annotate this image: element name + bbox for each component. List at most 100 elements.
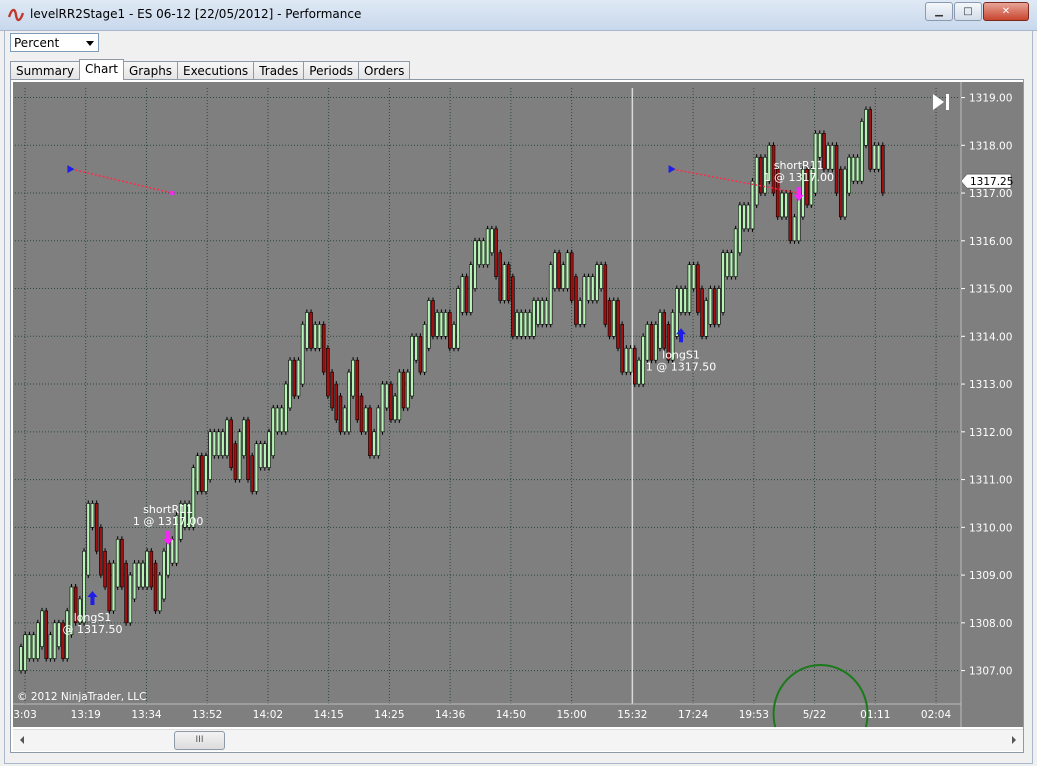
up-bar (221, 431, 225, 456)
up-bar (237, 431, 242, 480)
up-bar (351, 359, 355, 397)
x-tick-label: 5/22 (803, 709, 827, 721)
up-bar (523, 312, 528, 337)
up-bar (561, 264, 566, 289)
down-bar (321, 324, 326, 373)
up-bar (687, 264, 692, 313)
down-bar (834, 145, 839, 194)
up-bar (317, 324, 322, 349)
tab-orders[interactable]: Orders (357, 61, 411, 80)
tab-periods[interactable]: Periods (303, 61, 359, 80)
down-bar (153, 562, 158, 612)
x-tick-label: 15:00 (556, 709, 586, 721)
up-bar (36, 622, 40, 659)
down-bar (120, 538, 124, 588)
up-bar (519, 312, 524, 337)
x-tick-label: 3:03 (13, 709, 37, 721)
up-bar (305, 312, 309, 349)
chart-background (13, 82, 1023, 727)
x-tick-label: 15:32 (617, 709, 647, 721)
chart-svg[interactable]: longS1@ 1317.50shortR111 @ 1317.00longS1… (13, 82, 1023, 727)
tab-trades[interactable]: Trades (253, 61, 305, 80)
up-bar (405, 371, 410, 409)
down-bar (712, 288, 717, 325)
up-bar (162, 550, 166, 600)
up-bar (864, 109, 868, 146)
up-bar (380, 383, 385, 433)
down-bar (330, 371, 334, 409)
y-tick-label: 1317.00 (969, 188, 1012, 200)
x-tick-label: 14:36 (435, 709, 466, 721)
up-bar (637, 359, 641, 385)
up-bar (410, 336, 414, 397)
up-bar (750, 180, 755, 230)
up-bar (826, 145, 830, 170)
down-bar (557, 252, 561, 289)
down-bar (149, 550, 154, 588)
up-bar (481, 240, 486, 265)
down-bar (498, 252, 503, 301)
up-bar (460, 276, 465, 313)
scroll-thumb[interactable]: III (174, 731, 225, 750)
up-bar (473, 240, 477, 289)
x-tick-label: 14:02 (253, 709, 283, 721)
down-bar (44, 610, 48, 659)
down-bar (107, 562, 112, 612)
trade-exit-icon (170, 191, 175, 196)
close-button[interactable]: ✕ (983, 2, 1029, 21)
down-bar (696, 264, 700, 313)
trade-detail-label: @ 1317.50 (62, 623, 122, 636)
down-bar (603, 264, 608, 325)
title-bar: levelRR2Stage1 - ES 06-12 [22/05/2012] -… (0, 0, 1037, 31)
up-bar (414, 336, 418, 361)
trade-detail-label: 1 @ 1317.00 (133, 515, 203, 528)
display-unit-select[interactable]: Percent (10, 33, 99, 52)
up-bar (254, 443, 259, 492)
chevron-down-icon (86, 41, 94, 46)
up-bar (553, 252, 557, 289)
up-bar (363, 407, 368, 433)
display-unit-value: Percent (14, 36, 60, 50)
up-bar (115, 538, 120, 588)
up-bar (372, 431, 376, 456)
tab-chart[interactable]: Chart (79, 59, 124, 80)
up-bar (628, 347, 633, 373)
up-bar (645, 324, 650, 361)
up-bar (780, 192, 784, 218)
down-bar (292, 359, 297, 397)
y-tick-label: 1316.00 (969, 236, 1012, 248)
down-bar (338, 395, 343, 433)
up-bar (582, 276, 587, 325)
price-chart[interactable]: longS1 @ 1317.50 shortR11 1 @ 1317.00 longS1… (13, 82, 1023, 727)
tab-graphs[interactable]: Graphs (122, 61, 179, 80)
up-bar (452, 324, 456, 349)
tab-summary[interactable]: Summary (10, 61, 80, 80)
scroll-right-icon[interactable] (1012, 736, 1016, 744)
up-bar (397, 371, 402, 421)
scroll-left-icon[interactable] (20, 736, 24, 744)
up-bar (271, 407, 276, 456)
down-bar (431, 300, 435, 337)
x-tick-label: 14:25 (374, 709, 404, 721)
up-bar (258, 443, 263, 468)
horizontal-scrollbar[interactable]: III (13, 729, 1023, 751)
up-bar (242, 419, 246, 456)
up-bar (57, 622, 61, 647)
maximize-button[interactable]: □ (954, 2, 982, 21)
up-bar (595, 264, 599, 301)
x-tick-label: 17:24 (678, 709, 709, 721)
up-bar (683, 288, 687, 313)
up-bar (469, 264, 473, 313)
down-bar (607, 300, 612, 337)
up-bar (641, 336, 645, 385)
minimize-button[interactable]: ▁ (925, 2, 953, 21)
trade-detail-label: 1 @ 1317.00 (763, 171, 833, 184)
up-bar (532, 300, 536, 337)
down-bar (99, 527, 103, 576)
up-bar (548, 264, 553, 325)
up-bar (599, 264, 603, 289)
up-bar (27, 634, 32, 659)
up-bar (855, 156, 860, 182)
up-bar (90, 503, 95, 528)
tab-executions[interactable]: Executions (177, 61, 255, 80)
